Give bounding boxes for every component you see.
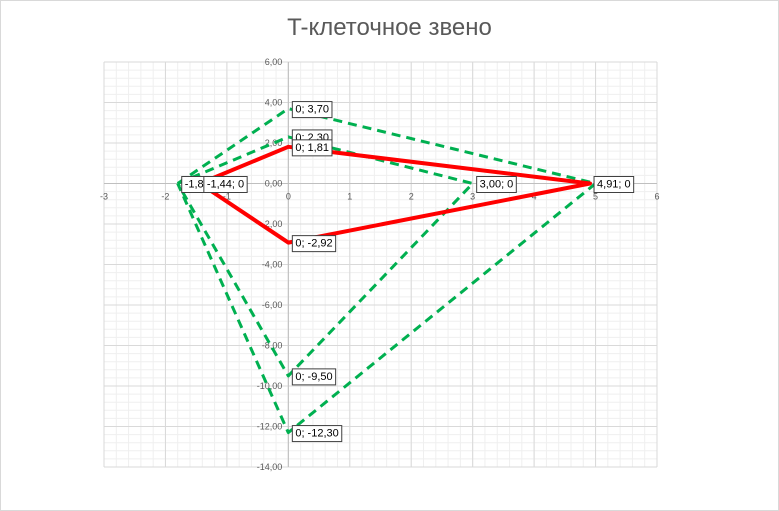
y-tick-label: 6,00 [265, 57, 283, 67]
y-tick-label: -12,00 [257, 422, 283, 432]
data-label: 0; 3,70 [295, 104, 329, 116]
data-label: -1,8 [185, 179, 204, 191]
data-label: 0; -12,30 [295, 428, 338, 440]
data-label: 0; -9,50 [295, 371, 332, 383]
x-tick-label: 0 [286, 192, 291, 202]
y-tick-label: -6,00 [262, 300, 283, 310]
y-tick-label: -4,00 [262, 260, 283, 270]
x-tick-label: -3 [100, 192, 108, 202]
data-label: 0; -2,92 [295, 238, 332, 250]
x-tick-label: 2 [409, 192, 414, 202]
x-tick-label: 1 [347, 192, 352, 202]
x-tick-label: 6 [654, 192, 659, 202]
y-tick-label: -14,00 [257, 462, 283, 472]
series-line [198, 144, 592, 245]
x-tick-label: 3 [470, 192, 475, 202]
data-label: -1,44; 0 [207, 179, 244, 191]
y-tick-label: 0,00 [265, 179, 283, 189]
data-label: 3,00; 0 [480, 179, 514, 191]
y-tick-label: 4,00 [265, 98, 283, 108]
chart-plot: -3 -2 -1 0 1 2 3 4 5 6-14,00-12,00-10,00-8,00-6,0… [100, 57, 660, 472]
data-label: 4,91; 0 [597, 179, 631, 191]
x-tick-label: -2 [161, 192, 169, 202]
data-label: 0; 1,81 [295, 142, 329, 154]
